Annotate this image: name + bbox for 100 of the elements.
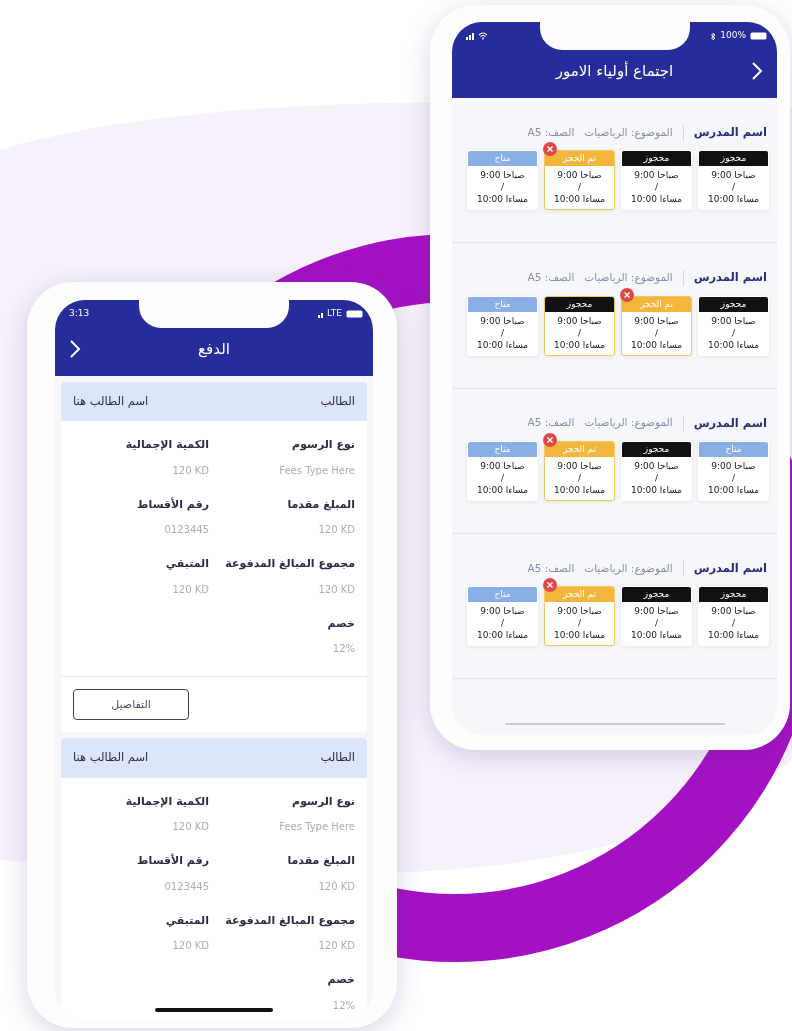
student-label: الطالب — [320, 393, 355, 410]
slot-separator: / — [499, 617, 505, 629]
battery-icon — [346, 310, 363, 318]
slot-status: متاح — [468, 151, 537, 167]
slot-separator: / — [499, 471, 505, 484]
slot-start-time: صباحا 9:00 — [710, 314, 757, 327]
time-slot-card[interactable]: محجوز صباحا 9:00 / مساءا 10:00 — [698, 586, 769, 646]
battery-percent: 100% — [720, 29, 746, 43]
slot-status: محجوز — [699, 151, 768, 167]
slot-end-time: مساءا 10:00 — [552, 338, 607, 351]
slot-start-time: صباحا 9:00 — [479, 459, 526, 472]
field-value: 120 KD — [317, 582, 355, 597]
field-label: رقم الأقساط — [136, 496, 209, 513]
status-time: 3:13 — [69, 307, 90, 321]
battery-icon — [750, 32, 767, 40]
subject-label: الموضوع: الرياضيات — [584, 415, 673, 431]
slot-start-time: صباحا 9:00 — [556, 169, 603, 182]
slot-start-time: صباحا 9:00 — [479, 605, 526, 617]
slot-status: متاح — [468, 296, 537, 312]
field-label: نوع الرسوم — [291, 793, 355, 810]
slot-status: محجوز — [699, 296, 768, 312]
field-label: المبلغ مقدما — [286, 496, 355, 513]
time-slot-card[interactable]: متاح صباحا 9:00 / مساءا 10:00 — [467, 440, 538, 501]
slot-status: تم الحجز — [545, 441, 614, 457]
slot-separator: / — [576, 617, 582, 629]
bluetooth-icon — [710, 31, 717, 41]
time-slot-card[interactable]: محجوز صباحا 9:00 / مساءا 10:00 — [621, 586, 692, 646]
slot-start-time: صباحا 9:00 — [710, 605, 757, 617]
field-label: الكمية الإجمالية — [124, 793, 209, 810]
slot-end-time: مساءا 10:00 — [552, 483, 607, 496]
teacher-name: اسم المدرس — [693, 559, 767, 577]
slot-separator: / — [730, 326, 736, 339]
slot-status: متاح — [468, 441, 537, 457]
slot-separator: / — [730, 471, 736, 484]
time-slot-card[interactable]: محجوز صباحا 9:00 / مساءا 10:00 — [698, 150, 769, 211]
field-label: خصم — [326, 615, 355, 632]
slot-status: محجوز — [699, 587, 768, 602]
slot-end-time: مساءا 10:00 — [552, 193, 607, 206]
student-name: اسم الطالب هنا — [73, 749, 149, 767]
slot-start-time: صباحا 9:00 — [633, 459, 680, 472]
screen-title: اجتماع أولياء الامور — [555, 60, 674, 82]
cancel-icon[interactable] — [543, 432, 557, 447]
time-slot-card[interactable]: محجوز صباحا 9:00 / مساءا 10:00 — [544, 295, 615, 356]
slot-end-time: مساءا 10:00 — [629, 629, 684, 641]
slot-end-time: مساءا 10:00 — [475, 483, 530, 496]
subject-label: الموضوع: الرياضيات — [584, 270, 673, 286]
slot-status: متاح — [468, 587, 537, 602]
time-slot-card[interactable]: متاح صباحا 9:00 / مساءا 10:00 — [467, 295, 538, 356]
class-label: الصف: A5 — [527, 560, 575, 576]
time-slot-card[interactable]: متاح صباحا 9:00 / مساءا 10:00 — [698, 440, 769, 501]
slot-separator: / — [576, 471, 582, 484]
field-value: 120 KD — [171, 463, 209, 478]
slot-end-time: مساءا 10:00 — [706, 338, 761, 351]
field-label: المبلغ مقدما — [286, 853, 355, 869]
slot-end-time: مساءا 10:00 — [475, 629, 530, 641]
back-chevron-icon[interactable] — [751, 61, 763, 81]
time-slot-card[interactable]: تم الحجز صباحا 9:00 / مساءا 10:00 — [544, 586, 615, 646]
slot-end-time: مساءا 10:00 — [475, 338, 530, 351]
field-label: المتبقي — [164, 556, 209, 573]
field-label: نوع الرسوم — [291, 437, 355, 454]
slot-separator: / — [653, 326, 659, 339]
network-label: LTE — [327, 307, 342, 321]
details-button[interactable]: التفاصيل — [73, 689, 189, 721]
cancel-icon[interactable] — [543, 142, 557, 157]
field-label: المتبقي — [164, 912, 209, 929]
slot-separator: / — [499, 326, 505, 339]
time-slot-card[interactable]: متاح صباحا 9:00 / مساءا 10:00 — [467, 150, 538, 211]
slot-end-time: مساءا 10:00 — [706, 629, 761, 641]
slot-status: تم الحجز — [622, 296, 691, 312]
teacher-name: اسم المدرس — [693, 124, 767, 141]
slot-status: محجوز — [622, 151, 691, 167]
slot-end-time: مساءا 10:00 — [629, 483, 684, 496]
slot-start-time: صباحا 9:00 — [556, 459, 603, 472]
signal-icon — [318, 310, 324, 318]
field-value: 120 KD — [317, 879, 355, 894]
time-slot-card[interactable]: متاح صباحا 9:00 / مساءا 10:00 — [467, 586, 538, 646]
slot-start-time: صباحا 9:00 — [479, 314, 526, 327]
time-slot-card[interactable]: محجوز صباحا 9:00 / مساءا 10:00 — [621, 440, 692, 501]
slot-separator: / — [653, 181, 659, 194]
slot-start-time: صباحا 9:00 — [710, 169, 757, 182]
field-value: 120 KD — [171, 939, 209, 953]
subject-label: الموضوع: الرياضيات — [584, 560, 673, 577]
student-label: الطالب — [320, 749, 355, 767]
time-slot-card[interactable]: تم الحجز صباحا 9:00 / مساءا 10:00 — [621, 295, 692, 356]
back-chevron-icon[interactable] — [69, 339, 81, 359]
time-slot-card[interactable]: تم الحجز صباحا 9:00 / مساءا 10:00 — [544, 150, 615, 211]
slot-status: تم الحجز — [545, 587, 614, 602]
time-slot-card[interactable]: محجوز صباحا 9:00 / مساءا 10:00 — [621, 150, 692, 211]
slot-end-time: مساءا 10:00 — [552, 629, 607, 641]
slot-separator: / — [576, 326, 582, 339]
cancel-icon[interactable] — [620, 287, 634, 302]
field-value: 0123445 — [163, 523, 209, 538]
time-slot-card[interactable]: تم الحجز صباحا 9:00 / مساءا 10:00 — [544, 440, 615, 501]
screen-title: الدفع — [198, 338, 230, 360]
slot-end-time: مساءا 10:00 — [475, 193, 530, 206]
time-slot-card[interactable]: محجوز صباحا 9:00 / مساءا 10:00 — [698, 295, 769, 356]
student-name: اسم الطالب هنا — [73, 393, 149, 410]
slot-end-time: مساءا 10:00 — [629, 338, 684, 351]
slot-status: محجوز — [545, 296, 614, 312]
cancel-icon[interactable] — [543, 578, 557, 592]
